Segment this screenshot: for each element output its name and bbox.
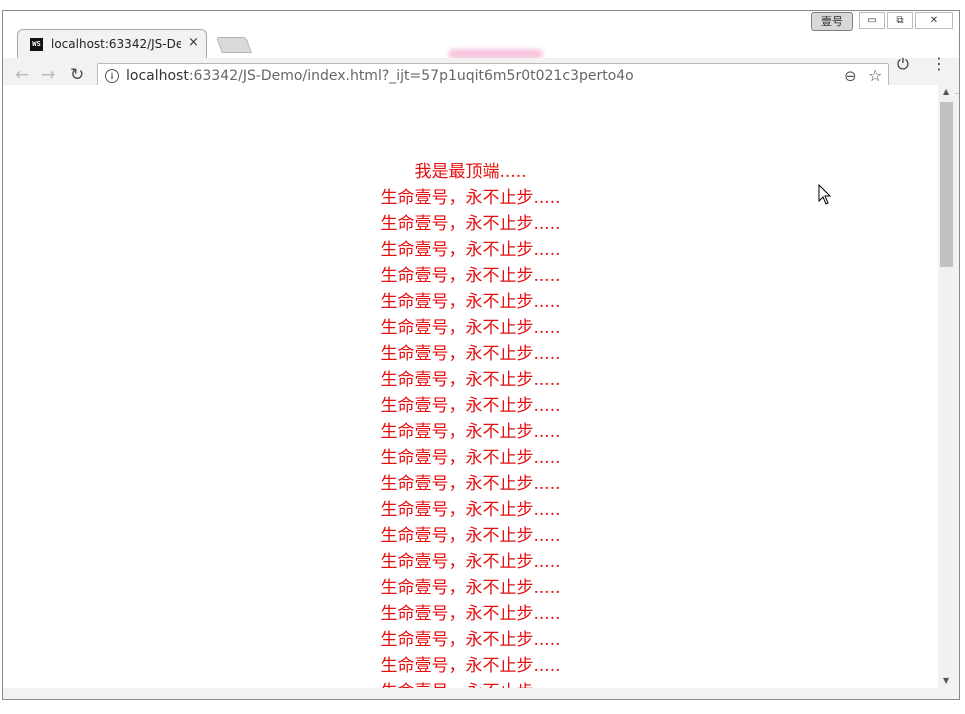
tab-active[interactable]: WS localhost:63342/JS-Demo/index.html × (17, 29, 207, 59)
repeated-line-text: 生命壹号，永不止步..... (380, 656, 561, 676)
repeated-line-text: 生命壹号，永不止步..... (380, 474, 561, 494)
new-tab-button[interactable] (216, 37, 252, 53)
repeated-line-text: 生命壹号，永不止步..... (380, 604, 561, 624)
url-host: localhost (126, 68, 189, 84)
page-viewport: 我是最顶端..... 生命壹号，永不止步..... 生命壹号，永不止步..... 生… (3, 85, 938, 688)
tab-title: localhost:63342/JS-Demo/index.html (51, 37, 181, 51)
scroll-thumb[interactable] (940, 102, 953, 267)
minimize-button[interactable]: ▭ (859, 12, 885, 29)
repeated-line-text: 生命壹号，永不止步..... (380, 292, 561, 312)
repeated-line-text: 生命壹号，永不止步..... (380, 630, 561, 650)
forward-arrow-icon[interactable]: → (41, 66, 55, 84)
repeated-line-text: 生命壹号，永不止步..... (380, 214, 561, 234)
site-info-icon[interactable]: i (105, 69, 119, 83)
repeated-line-text: 生命壹号，永不止步..... (380, 266, 561, 286)
scroll-up-arrow-icon[interactable]: ▲ (943, 87, 949, 96)
zoom-icon[interactable]: ⊖ (844, 67, 857, 85)
profile-badge[interactable]: 壹号 (811, 12, 853, 31)
repeated-line-text: 生命壹号，永不止步..... (380, 240, 561, 260)
mouse-cursor-icon (818, 183, 832, 205)
repeated-line-text: 生命壹号，永不止步..... (380, 318, 561, 338)
repeated-line-text: 生命壹号，永不止步..... (380, 344, 561, 364)
repeated-line-text: 生命壹号，永不止步..... (380, 578, 561, 598)
bookmark-star-icon[interactable]: ☆ (868, 66, 882, 85)
repeated-line-text: 生命壹号，永不止步..... (380, 422, 561, 442)
repeated-line-text: 生命壹号，永不止步..... (3, 679, 938, 688)
tab-close-icon[interactable]: × (188, 35, 199, 50)
scroll-down-arrow-icon[interactable]: ▼ (943, 676, 949, 685)
repeated-line-text: 生命壹号，永不止步..... (380, 500, 561, 520)
repeated-line-text: 生命壹号，永不止步..... (380, 526, 561, 546)
title-bar: 壹号 ▭ ⧉ ✕ WS localhost:63342/JS-Demo/inde… (3, 11, 959, 59)
repeated-line-text: 生命壹号，永不止步..... (380, 370, 561, 390)
repeated-line-text: 生命壹号，永不止步..... (380, 396, 561, 416)
repeated-line-text: 生命壹号，永不止步..... (380, 188, 561, 208)
close-window-button[interactable]: ✕ (915, 12, 953, 29)
url-text[interactable]: localhost:63342/JS-Demo/index.html?_ijt=… (126, 68, 634, 84)
repeated-line-text: 生命壹号，永不止步..... (380, 552, 561, 572)
webstorm-favicon-icon: WS (30, 38, 43, 51)
vertical-scrollbar[interactable]: ▲ ▼ (938, 85, 955, 688)
back-arrow-icon[interactable]: ← (15, 66, 29, 84)
top-line-text: 我是最顶端..... (414, 162, 527, 182)
url-path: :63342/JS-Demo/index.html?_ijt=57p1uqit6… (188, 68, 634, 84)
chrome-menu-icon[interactable]: ⋮ (931, 56, 947, 72)
page-content: 我是最顶端..... 生命壹号，永不止步..... 生命壹号，永不止步..... 生… (3, 159, 938, 688)
maximize-button[interactable]: ⧉ (887, 12, 913, 29)
power-extension-icon[interactable]: ⏻ (897, 55, 909, 73)
reload-icon[interactable]: ↻ (70, 66, 84, 84)
repeated-line-text: 生命壹号，永不止步..... (380, 448, 561, 468)
